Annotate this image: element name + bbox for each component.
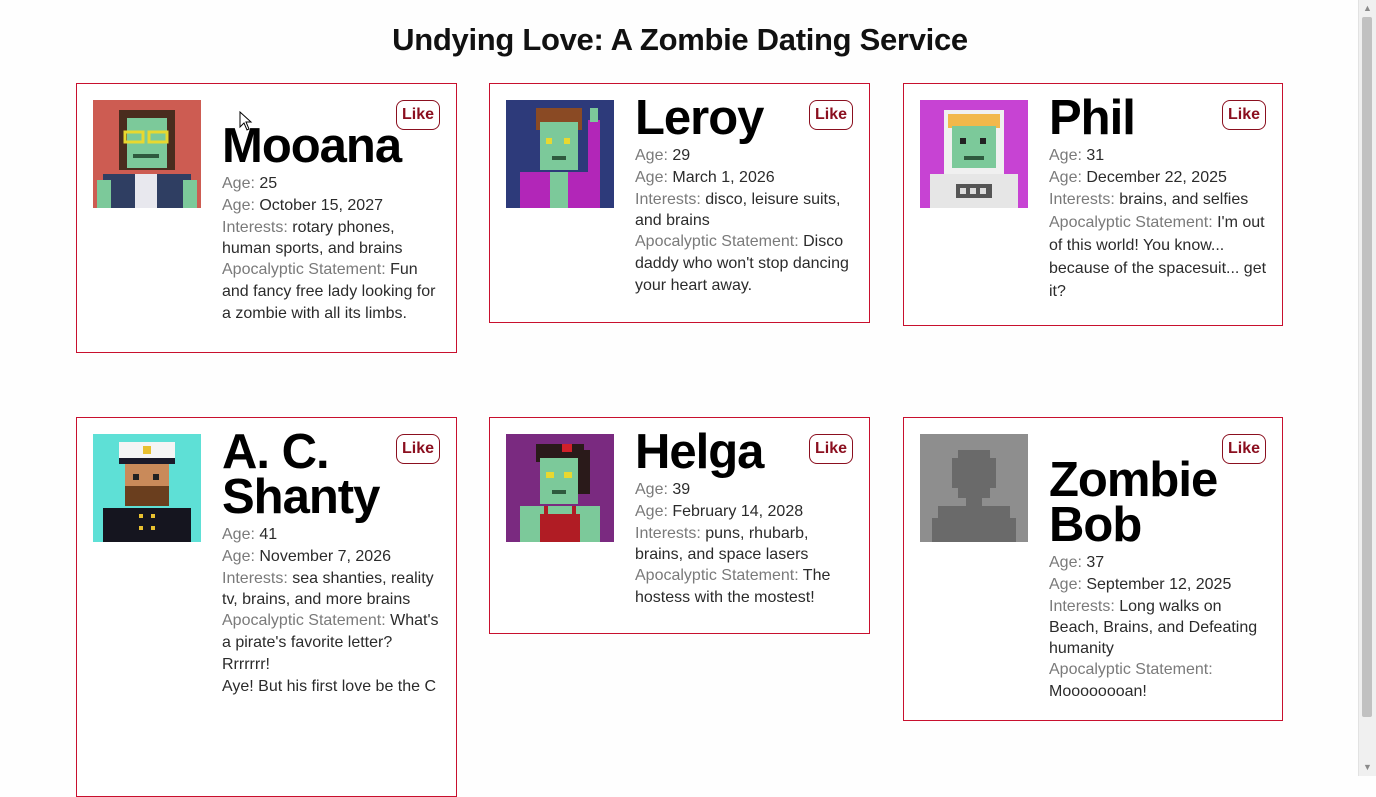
date-field: Age: December 22, 2025	[1049, 167, 1271, 189]
statement-label: Apocalyptic Statement:	[635, 567, 803, 584]
statement-label: Apocalyptic Statement:	[1049, 214, 1218, 231]
triangle-up-icon[interactable]: ▲	[1359, 0, 1376, 17]
profile-name: Helga	[635, 425, 764, 479]
interests-field: Interests: sea shanties, reality tv, bra…	[222, 568, 444, 610]
zombie-hostess-avatar	[506, 434, 614, 542]
interests-field: Interests: disco, leisure suits, and bra…	[635, 189, 857, 231]
date-value: October 15, 2027	[259, 197, 383, 214]
profile-name: Zombie Bob	[1049, 453, 1218, 552]
interests-field: Interests: Long walks on Beach, Brains, …	[1049, 596, 1271, 659]
interests-label: Interests:	[635, 525, 706, 542]
profile-card: Like Helga Age: 39 Age: February 14, 202…	[489, 417, 870, 634]
age-label: Age:	[635, 169, 673, 186]
statement-line: Aye! But his first love be the C	[222, 678, 437, 695]
interests-label: Interests:	[222, 219, 293, 236]
statement-field: Apocalyptic Statement: Disco daddy who w…	[635, 231, 857, 297]
statement-value: Moooooooan!	[1049, 683, 1147, 700]
age-label: Age:	[1049, 169, 1087, 186]
age-label: Age:	[222, 175, 260, 192]
age-field: Age: 39	[635, 479, 857, 501]
zombie-astronaut-avatar	[920, 100, 1028, 208]
statement-label: Apocalyptic Statement:	[1049, 661, 1213, 678]
date-field: Age: February 14, 2028	[635, 501, 857, 523]
profile-card: Like Mooana Age: 25 Age: October 15, 202…	[76, 83, 457, 353]
age-label: Age:	[635, 147, 673, 164]
profile-name: Phil	[1049, 91, 1136, 145]
statement-field: Apocalyptic Statement: I'm out of this w…	[1049, 211, 1271, 303]
date-value: December 22, 2025	[1086, 169, 1227, 186]
date-value: March 1, 2026	[672, 169, 775, 186]
age-field: Age: 31	[1049, 145, 1271, 167]
date-field: Age: March 1, 2026	[635, 167, 857, 189]
statement-label: Apocalyptic Statement:	[222, 612, 391, 629]
interests-field: Interests: rotary phones, human sports, …	[222, 217, 444, 259]
page-title: Undying Love: A Zombie Dating Service	[392, 22, 968, 57]
vertical-scrollbar[interactable]: ▲ ▼	[1358, 0, 1376, 776]
date-value: February 14, 2028	[672, 503, 804, 520]
statement-label: Apocalyptic Statement:	[635, 233, 804, 250]
profile-name: A. C. Shanty	[222, 425, 380, 524]
mouse-cursor-icon	[239, 111, 253, 131]
age-field: Age: 25	[222, 173, 444, 195]
date-value: November 7, 2026	[259, 548, 391, 565]
age-field: Age: 29	[635, 145, 857, 167]
age-field: Age: 37	[1049, 552, 1271, 574]
age-value: 37	[1086, 554, 1105, 571]
age-label: Age:	[1049, 576, 1087, 593]
interests-label: Interests:	[1049, 191, 1120, 208]
age-label: Age:	[222, 526, 260, 543]
triangle-down-icon[interactable]: ▼	[1359, 759, 1376, 776]
age-label: Age:	[1049, 147, 1087, 164]
profile-name: Leroy	[635, 91, 764, 145]
profile-name: Mooana	[222, 119, 402, 173]
interests-label: Interests:	[1049, 598, 1120, 615]
age-value: 25	[259, 175, 278, 192]
scrollbar-thumb[interactable]	[1362, 17, 1372, 717]
age-label: Age:	[222, 548, 260, 565]
interests-field: Interests: brains, and selfies	[1049, 189, 1271, 211]
age-value: 31	[1086, 147, 1105, 164]
age-label: Age:	[222, 197, 260, 214]
zombie-sailor-avatar	[93, 434, 201, 542]
age-label: Age:	[635, 481, 673, 498]
date-value: September 12, 2025	[1086, 576, 1232, 593]
date-field: Age: October 15, 2027	[222, 195, 444, 217]
zombie-disco-avatar	[506, 100, 614, 208]
profile-card: Like Phil Age: 31 Age: December 22, 2025…	[903, 83, 1283, 326]
profile-card: Like Zombie Bob Age: 37 Age: September 1…	[903, 417, 1283, 721]
age-label: Age:	[635, 503, 673, 520]
date-field: Age: September 12, 2025	[1049, 574, 1271, 596]
interests-field: Interests: puns, rhubarb, brains, and sp…	[635, 523, 857, 565]
age-value: 29	[672, 147, 691, 164]
interests-value: brains, and selfies	[1119, 191, 1249, 208]
silhouette-placeholder-avatar	[920, 434, 1028, 542]
age-label: Age:	[1049, 554, 1087, 571]
profile-card: Like Leroy Age: 29 Age: March 1, 2026 In…	[489, 83, 870, 323]
statement-line: Rrrrrrr!	[222, 656, 270, 673]
age-value: 41	[259, 526, 278, 543]
age-value: 39	[672, 481, 691, 498]
statement-field: Apocalyptic Statement: What's a pirate's…	[222, 610, 444, 654]
statement-field: Apocalyptic Statement: Moooooooan!	[1049, 659, 1271, 703]
profile-card: Like A. C. Shanty Age: 41 Age: November …	[76, 417, 457, 797]
statement-label: Apocalyptic Statement:	[222, 261, 391, 278]
interests-label: Interests:	[222, 570, 293, 587]
age-field: Age: 41	[222, 524, 444, 546]
statement-field: Apocalyptic Statement: The hostess with …	[635, 565, 857, 609]
statement-field: Apocalyptic Statement: Fun and fancy fre…	[222, 259, 444, 325]
date-field: Age: November 7, 2026	[222, 546, 444, 568]
zombie-woman-glasses-avatar	[93, 100, 201, 208]
interests-label: Interests:	[635, 191, 706, 208]
